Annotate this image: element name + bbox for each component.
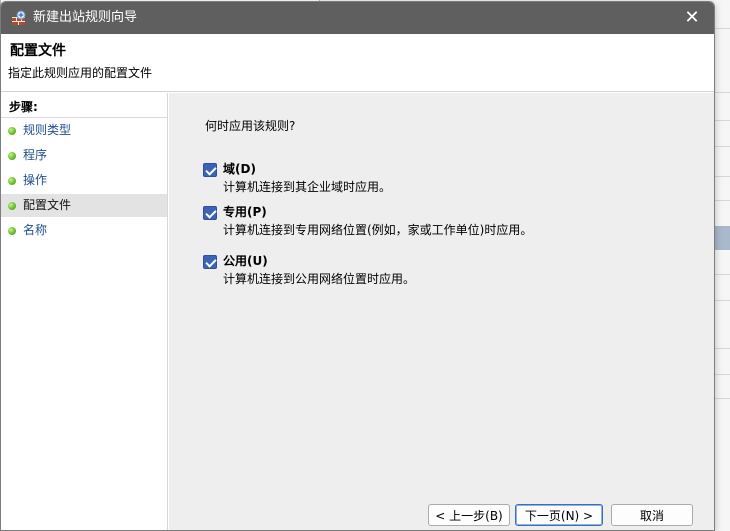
steps-panel: 步骤: 规则类型 程序 操作 配置文件 名称 [1, 93, 168, 530]
step-status-icon [8, 177, 16, 185]
background-list [714, 0, 730, 531]
question-text: 何时应用该规则? [205, 119, 296, 133]
cancel-button[interactable]: 取消 [611, 504, 693, 526]
step-profile[interactable]: 配置文件 [1, 194, 167, 217]
step-label: 名称 [23, 223, 48, 237]
step-name[interactable]: 名称 [1, 219, 167, 242]
option-label[interactable]: 专用(P) [223, 205, 267, 220]
step-status-icon [8, 152, 16, 160]
divider [1, 117, 167, 118]
step-label: 配置文件 [23, 198, 72, 212]
content-panel: 何时应用该规则? 域(D) 计算机连接到其企业域时应用。 专用(P) 计算机连接… [169, 93, 714, 530]
step-label: 规则类型 [23, 123, 72, 137]
option-label[interactable]: 域(D) [223, 162, 256, 177]
window-title: 新建出站规则向导 [33, 10, 138, 25]
step-rule-type[interactable]: 规则类型 [1, 119, 167, 142]
step-action[interactable]: 操作 [1, 169, 167, 192]
step-status-icon [8, 227, 16, 235]
page-subtitle: 指定此规则应用的配置文件 [8, 66, 153, 80]
close-icon: ✕ [684, 7, 700, 28]
private-checkbox[interactable] [203, 206, 217, 220]
option-description: 计算机连接到公用网络位置时应用。 [223, 272, 416, 286]
page-title: 配置文件 [10, 43, 66, 59]
step-program[interactable]: 程序 [1, 144, 167, 167]
step-status-icon [8, 202, 16, 210]
firewall-wizard-icon [11, 10, 27, 26]
step-label: 程序 [23, 148, 48, 162]
option-description: 计算机连接到其企业域时应用。 [223, 180, 392, 194]
option-public[interactable]: 公用(U) 计算机连接到公用网络位置时应用。 [203, 254, 703, 288]
new-outbound-rule-wizard: 新建出站规则向导 ✕ 配置文件 指定此规则应用的配置文件 步骤: 规则类型 程序… [0, 1, 715, 531]
back-button[interactable]: < 上一步(B) [428, 504, 510, 526]
option-label[interactable]: 公用(U) [223, 254, 268, 269]
close-button[interactable]: ✕ [670, 2, 714, 34]
wizard-header: 配置文件 指定此规则应用的配置文件 [1, 34, 714, 92]
step-label: 操作 [23, 173, 48, 187]
option-private[interactable]: 专用(P) 计算机连接到专用网络位置(例如，家或工作单位)时应用。 [203, 205, 703, 239]
step-status-icon [8, 127, 16, 135]
next-button[interactable]: 下一页(N) > [515, 504, 603, 526]
title-bar[interactable]: 新建出站规则向导 ✕ [1, 2, 714, 34]
public-checkbox[interactable] [203, 255, 217, 269]
option-description: 计算机连接到专用网络位置(例如，家或工作单位)时应用。 [223, 223, 533, 237]
option-domain[interactable]: 域(D) 计算机连接到其企业域时应用。 [203, 162, 703, 196]
domain-checkbox[interactable] [203, 163, 217, 177]
steps-title: 步骤: [9, 100, 38, 114]
